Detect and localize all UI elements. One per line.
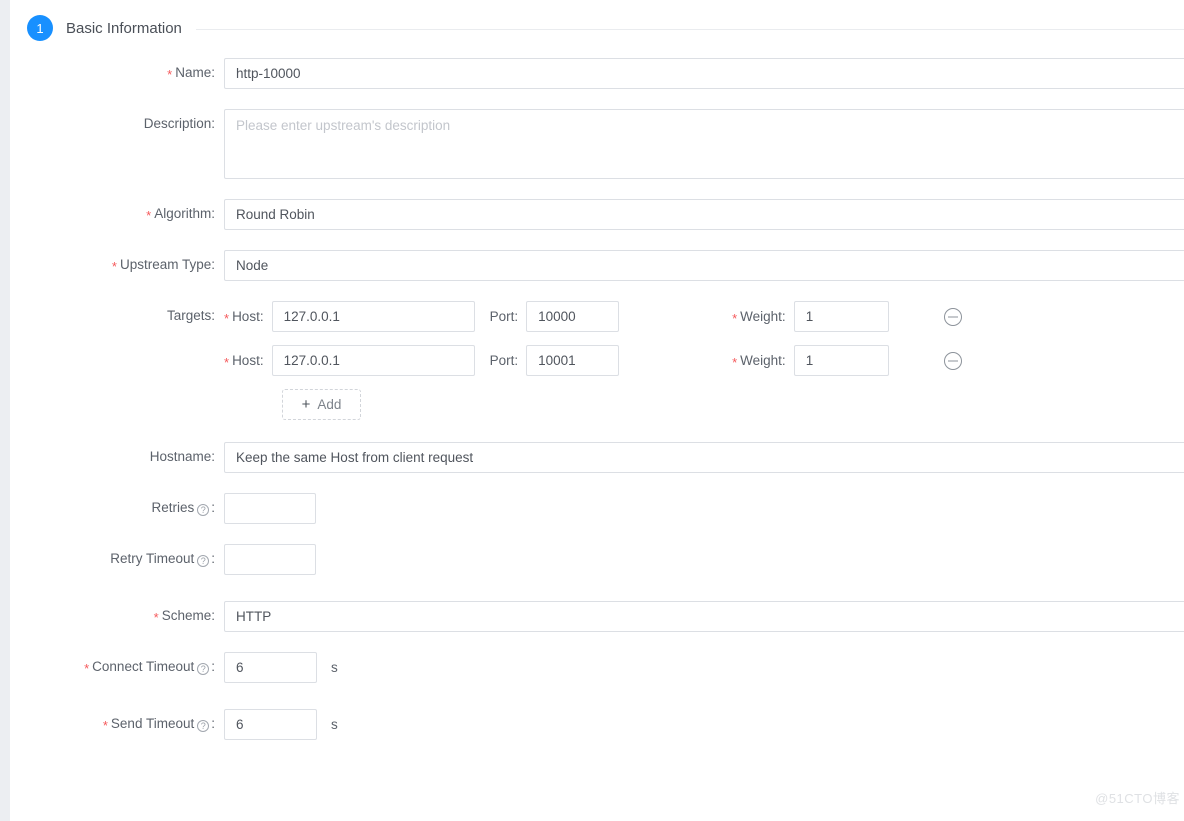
form-row-retries: Retries?: [10, 493, 1184, 524]
target-weight-input[interactable]: 1 [793, 301, 889, 332]
required-asterisk: * [732, 354, 738, 370]
target-row: * Host: 127.0.0.1 Port: 10001 * Weight: 1 [224, 345, 1184, 376]
required-asterisk: * [84, 661, 90, 676]
form-row-upstream-type: * Upstream Type: Node [10, 250, 1184, 281]
minus-circle-icon[interactable] [943, 307, 962, 326]
send-timeout-unit: s [331, 717, 338, 732]
required-asterisk: * [224, 310, 230, 326]
question-circle-icon[interactable]: ? [197, 720, 210, 732]
algorithm-select[interactable]: Round Robin [224, 199, 1184, 230]
page-title: Basic Information [66, 19, 182, 37]
description-textarea[interactable]: Please enter upstream's description [224, 109, 1184, 179]
form-row-scheme: * Scheme: HTTP [10, 601, 1184, 632]
required-asterisk: * [732, 310, 738, 326]
required-asterisk: * [153, 610, 159, 625]
label-targets: Targets: [166, 308, 215, 323]
add-target-button[interactable]: + Add [282, 389, 361, 420]
connect-timeout-input[interactable]: 6 [224, 652, 317, 683]
required-asterisk: * [146, 208, 152, 223]
send-timeout-input[interactable]: 6 [224, 709, 317, 740]
scheme-select[interactable]: HTTP [224, 601, 1184, 632]
minus-circle-icon[interactable] [943, 351, 962, 370]
target-port-input[interactable]: 10000 [526, 301, 620, 332]
hostname-select[interactable]: Keep the same Host from client request [224, 442, 1184, 473]
header-divider [195, 28, 1184, 30]
plus-icon: + [301, 396, 311, 413]
field-scheme: HTTP [224, 601, 1184, 632]
question-circle-icon[interactable]: ? [197, 504, 210, 516]
form-row-hostname: Hostname: Keep the same Host from client… [10, 442, 1184, 473]
add-target-label: Add [317, 397, 342, 412]
field-algorithm: Round Robin [224, 199, 1184, 230]
form-row-retry-timeout: Retry Timeout?: [10, 544, 1184, 575]
form-row-connect-timeout: * Connect Timeout?: 6 s [10, 652, 1184, 683]
target-port-input[interactable]: 10001 [526, 345, 620, 376]
label-upstream-type: * Upstream Type: [111, 257, 215, 274]
add-target-wrapper: + Add [282, 389, 1184, 420]
name-input[interactable]: http-10000 [224, 58, 1184, 89]
field-hostname: Keep the same Host from client request [224, 442, 1184, 473]
form-row-name: * Name: http-10000 [10, 58, 1184, 89]
field-retry-timeout [224, 544, 1184, 575]
field-name: http-10000 [224, 58, 1184, 89]
watermark: @51CTO博客 [1095, 791, 1180, 806]
field-retries [224, 493, 1184, 524]
field-connect-timeout: 6 s [224, 652, 1184, 683]
upstream-form-page: 1 Basic Information * Name: http-10000 De… [10, 0, 1184, 821]
basic-information-form: * Name: http-10000 Description: Please en… [10, 42, 1184, 740]
question-circle-icon[interactable]: ? [197, 555, 210, 567]
form-row-send-timeout: * Send Timeout?: 6 s [10, 709, 1184, 740]
required-asterisk: * [111, 259, 117, 274]
label-weight: * Weight: [732, 308, 786, 326]
label-port: Port: [489, 352, 519, 368]
step-number-badge: 1 [27, 15, 53, 41]
label-hostname: Hostname: [149, 449, 215, 464]
required-asterisk: * [102, 718, 108, 733]
left-gutter [0, 0, 10, 821]
target-host-input[interactable]: 127.0.0.1 [271, 345, 475, 376]
target-weight-input[interactable]: 1 [793, 345, 889, 376]
field-targets: * Host: 127.0.0.1 Port: 10000 * Weight: 1 … [224, 301, 1184, 420]
upstream-type-select[interactable]: Node [224, 250, 1184, 281]
label-description: Description: [143, 116, 215, 131]
label-weight: * Weight: [732, 352, 786, 370]
label-host: * Host: [224, 308, 264, 326]
label-algorithm: * Algorithm: [146, 206, 215, 223]
target-row: * Host: 127.0.0.1 Port: 10000 * Weight: 1 [224, 301, 1184, 332]
label-send-timeout: * Send Timeout?: [102, 716, 215, 733]
form-row-targets: Targets: * Host: 127.0.0.1 Port: 10000 * W… [10, 301, 1184, 420]
question-circle-icon[interactable]: ? [197, 663, 210, 675]
retries-input[interactable] [224, 493, 316, 524]
label-name: * Name: [167, 65, 215, 82]
step-header: 1 Basic Information [10, 0, 1184, 42]
required-asterisk: * [224, 354, 230, 370]
form-row-description: Description: Please enter upstream's des… [10, 109, 1184, 179]
label-scheme: * Scheme: [153, 608, 215, 625]
label-host: * Host: [224, 352, 264, 370]
label-connect-timeout: * Connect Timeout?: [84, 659, 215, 676]
connect-timeout-unit: s [331, 660, 338, 675]
label-retry-timeout: Retry Timeout?: [110, 551, 215, 567]
label-retries: Retries?: [151, 500, 215, 516]
field-description: Please enter upstream's description [224, 109, 1184, 179]
form-row-algorithm: * Algorithm: Round Robin [10, 199, 1184, 230]
field-upstream-type: Node [224, 250, 1184, 281]
target-host-input[interactable]: 127.0.0.1 [271, 301, 475, 332]
field-send-timeout: 6 s [224, 709, 1184, 740]
required-asterisk: * [167, 67, 173, 82]
retry-timeout-input[interactable] [224, 544, 316, 575]
label-port: Port: [489, 308, 519, 324]
